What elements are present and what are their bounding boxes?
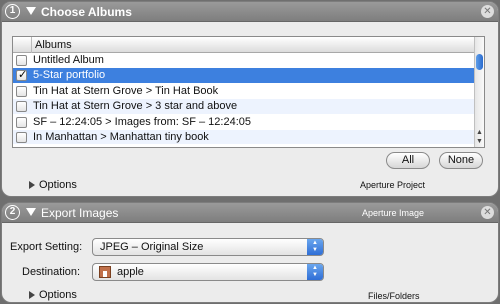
panel-title: Choose Albums [41, 5, 132, 19]
close-icon[interactable]: ✕ [481, 5, 494, 18]
select-all-button[interactable]: All [386, 152, 430, 169]
collapse-triangle-icon[interactable] [26, 7, 36, 15]
options-disclosure[interactable]: Options [29, 289, 77, 301]
album-label: Tin Hat at Stern Grove > 3 star and abov… [33, 100, 238, 113]
table-header[interactable]: Albums [13, 37, 484, 53]
collapse-triangle-icon[interactable] [26, 208, 36, 216]
album-checkbox[interactable] [16, 131, 27, 143]
album-label: 5-Star portfolio [33, 69, 106, 82]
export-setting-label: Export Setting: [10, 241, 83, 253]
choose-albums-panel: 1 Choose Albums ✕ Albums Untitled Album … [1, 1, 499, 197]
column-divider [31, 37, 32, 53]
step-number-badge: 2 [5, 205, 20, 220]
table-row[interactable]: Untitled Album [13, 53, 484, 69]
scroll-up-arrow-icon[interactable]: ▲ [475, 128, 484, 137]
vertical-scrollbar[interactable]: ▲ ▼ [474, 37, 484, 147]
table-row[interactable]: In Manhattan > Manhattan tiny book [13, 129, 484, 146]
table-row[interactable]: Tin Hat at Stern Grove > Tin Hat Book [13, 84, 484, 100]
album-label: Tin Hat at Stern Grove > Tin Hat Book [33, 84, 219, 97]
table-row[interactable]: 5-Star portfolio [13, 68, 484, 84]
close-icon[interactable]: ✕ [481, 206, 494, 219]
select-none-button[interactable]: None [439, 152, 483, 169]
choose-albums-header[interactable]: 1 Choose Albums ✕ [2, 2, 498, 22]
header-hint: Aperture Image [361, 208, 424, 218]
destination-value: apple [117, 266, 144, 278]
panel-title: Export Images [41, 206, 119, 220]
export-images-panel: 2 Export Images Aperture Image ✕ Export … [1, 202, 499, 303]
export-setting-popup[interactable]: JPEG – Original Size ▲ ▼ [92, 238, 324, 256]
destination-popup[interactable]: apple ▲ ▼ [92, 263, 324, 281]
albums-table: Albums Untitled Album 5-Star portfolio T… [12, 36, 485, 148]
table-row[interactable]: Tin Hat at Stern Grove > 3 star and abov… [13, 99, 484, 115]
disclosure-triangle-icon[interactable] [29, 291, 35, 299]
popup-arrows-icon: ▲ ▼ [307, 239, 323, 255]
options-label: Options [39, 179, 77, 191]
popup-arrows-icon: ▲ ▼ [307, 264, 323, 280]
album-checkbox[interactable] [16, 55, 27, 66]
home-folder-icon [99, 266, 111, 278]
export-images-header[interactable]: 2 Export Images Aperture Image ✕ [2, 203, 498, 223]
album-checkbox[interactable] [16, 116, 27, 128]
album-label: In Manhattan > Manhattan tiny book [33, 130, 209, 143]
options-label: Options [39, 289, 77, 301]
album-label: Untitled Album [33, 54, 104, 66]
table-row[interactable]: SF – 12:24:05 > Images from: SF – 12:24:… [13, 115, 484, 130]
export-setting-value: JPEG – Original Size [100, 241, 204, 253]
options-disclosure[interactable]: Options [29, 179, 77, 191]
disclosure-triangle-icon[interactable] [29, 181, 35, 189]
footer-hint: Aperture Project [360, 180, 426, 190]
footer-hint: Files/Folders [368, 291, 420, 301]
step-number-badge: 1 [5, 4, 20, 19]
album-checkbox[interactable] [16, 101, 27, 113]
album-checkbox[interactable] [16, 85, 27, 97]
scroll-down-arrow-icon[interactable]: ▼ [475, 137, 484, 146]
scrollbar-thumb[interactable] [476, 54, 483, 70]
album-label: SF – 12:24:05 > Images from: SF – 12:24:… [33, 115, 251, 128]
album-checkbox[interactable] [16, 68, 27, 82]
albums-column-header[interactable]: Albums [33, 39, 72, 51]
destination-label: Destination: [22, 266, 81, 278]
